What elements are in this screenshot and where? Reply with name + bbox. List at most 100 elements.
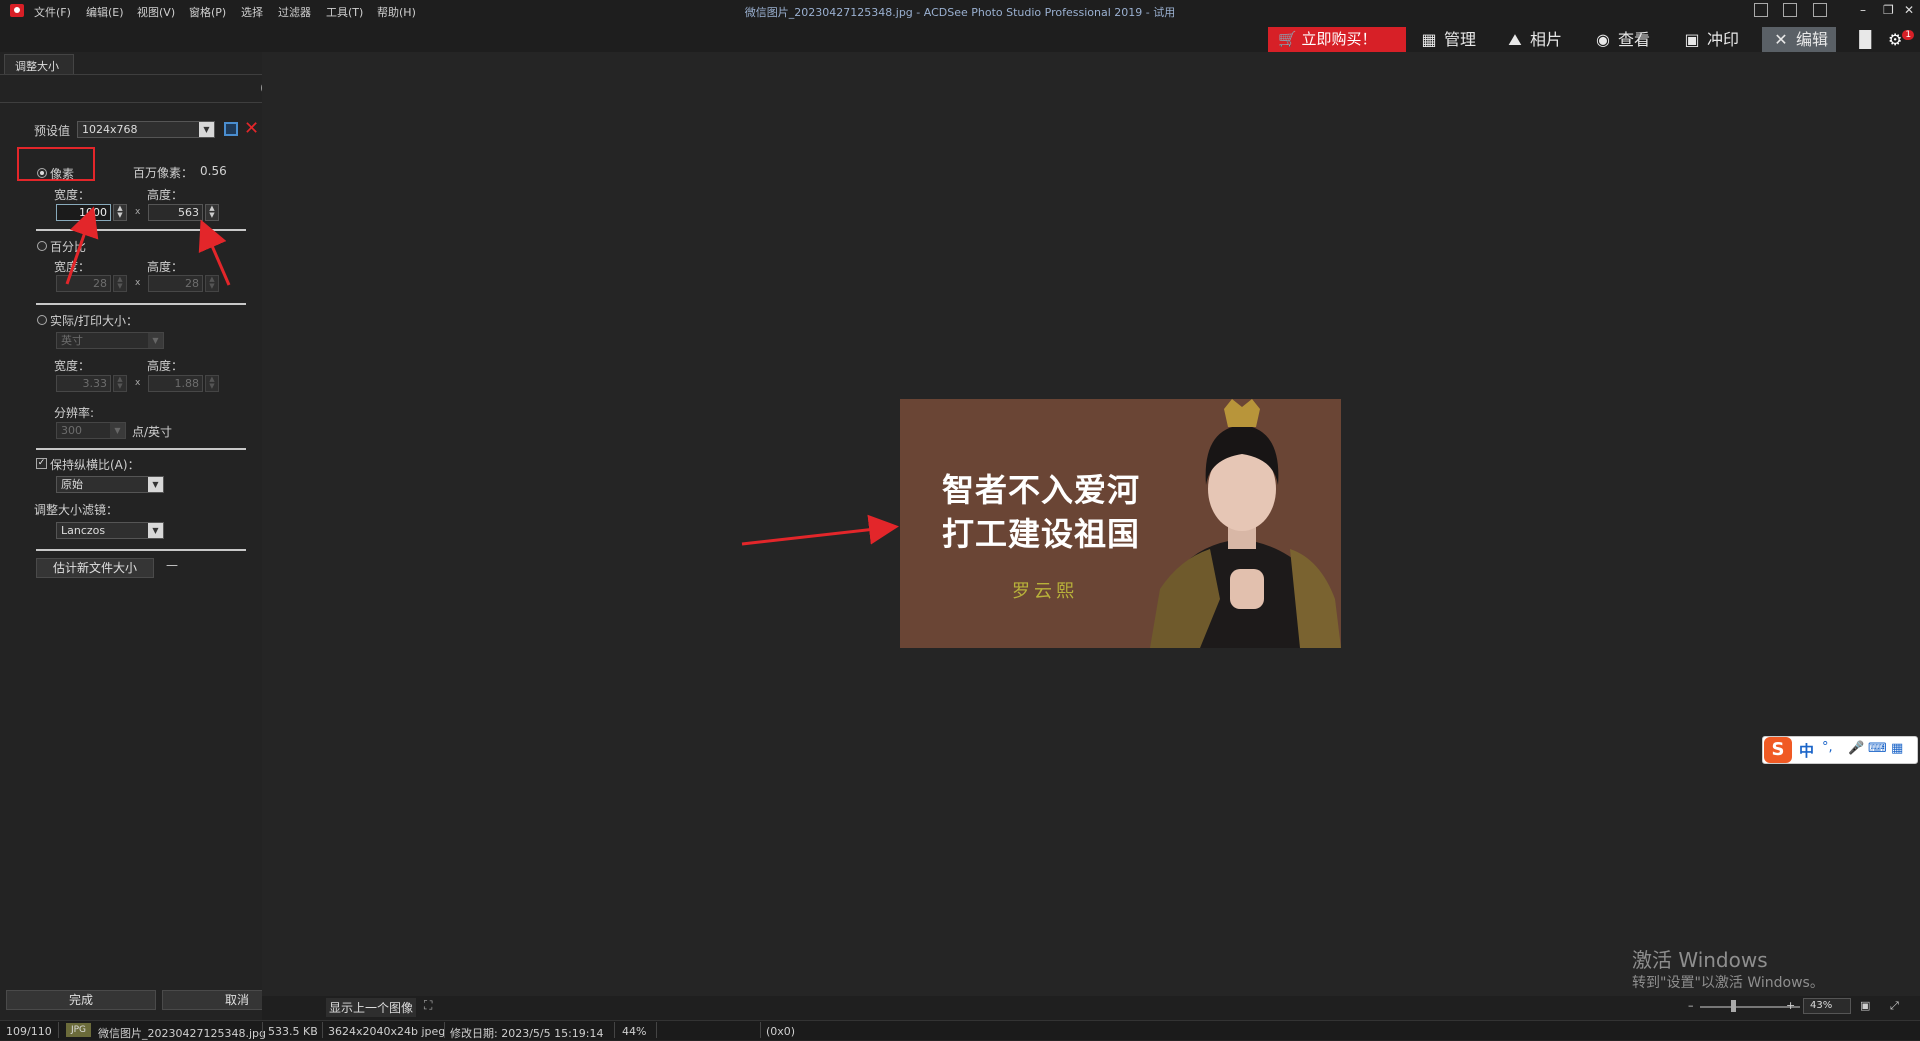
navigation-strip	[262, 996, 1920, 1020]
mode-develop-button[interactable]: ▣ 冲印	[1681, 27, 1739, 52]
layout-right-icon[interactable]	[1813, 3, 1827, 17]
ime-punctuation-toggle[interactable]: °,	[1822, 740, 1833, 755]
mode-photos-button[interactable]: ⛰ 相片	[1504, 27, 1562, 52]
height-label: 高度：	[147, 260, 184, 274]
layout-bottom-icon[interactable]	[1783, 3, 1797, 17]
preset-select[interactable]: 1024x768 ▼	[77, 121, 215, 138]
pixel-height-input[interactable]: 563	[148, 204, 203, 221]
width-label: 宽度：	[54, 359, 91, 373]
section-separator	[36, 448, 246, 450]
format-badge: JPG	[66, 1023, 91, 1037]
notification-icon[interactable]: ⚙ 1	[1888, 27, 1915, 52]
status-divider	[614, 1022, 615, 1038]
status-zoom: 44%	[622, 1025, 647, 1038]
keyboard-icon[interactable]: ⌨	[1868, 741, 1887, 756]
fullscreen-icon[interactable]: ⛶	[424, 998, 432, 1013]
print-width-stepper[interactable]: ▲ ▼	[113, 375, 127, 392]
ime-logo-icon[interactable]: S	[1764, 737, 1792, 763]
status-modified: 修改日期: 2023/5/5 15:19:14	[450, 1027, 604, 1040]
percent-height-stepper[interactable]: ▲ ▼	[205, 275, 219, 292]
pixels-label: 像素	[50, 167, 75, 181]
actual-size-radio[interactable]	[37, 315, 47, 325]
print-width-input[interactable]: 3.33	[56, 375, 111, 392]
status-filename: 微信图片_20230427125348.jpg	[98, 1027, 266, 1040]
pixels-radio[interactable]	[37, 168, 47, 178]
activation-watermark-subtitle: 转到"设置"以激活 Windows。	[1632, 975, 1824, 991]
width-label: 宽度：	[54, 260, 91, 274]
status-divider	[262, 1022, 263, 1038]
zoom-select[interactable]: 43%	[1803, 998, 1851, 1014]
show-previous-button[interactable]: 显示上一个图像	[326, 998, 417, 1017]
mode-manage-button[interactable]: ▦ 管理	[1418, 27, 1476, 52]
status-coords: (0x0)	[766, 1025, 796, 1038]
percent-width-stepper[interactable]: ▲ ▼	[113, 275, 127, 292]
fit-window-icon[interactable]: ⤢	[1890, 999, 1899, 1013]
section-separator	[36, 229, 246, 231]
keep-ratio-checkbox[interactable]: ✓	[36, 458, 47, 469]
status-divider	[58, 1022, 59, 1038]
buy-now-button[interactable]: 🛒 立即购买！	[1268, 27, 1406, 52]
photo-signature: 罗云熙	[1012, 581, 1078, 602]
buy-now-label: 立即购买！	[1301, 30, 1377, 48]
resolution-select[interactable]: 300 ▼	[56, 422, 126, 439]
unit-value: 英寸	[61, 334, 83, 347]
layout-left-icon[interactable]	[1754, 3, 1768, 17]
times-sign: x	[135, 378, 141, 388]
histogram-icon[interactable]: ▐▌	[1853, 27, 1878, 52]
zoom-slider-thumb[interactable]	[1731, 1000, 1736, 1012]
percent-radio[interactable]	[37, 241, 47, 251]
ratio-select[interactable]: 原始 ▼	[56, 476, 164, 493]
mode-edit-label: 编辑	[1796, 30, 1829, 49]
zoom-out-icon[interactable]: –	[1688, 999, 1694, 1012]
cart-icon: 🛒	[1278, 30, 1302, 48]
print-height-stepper[interactable]: ▲ ▼	[205, 375, 219, 392]
zoom-in-icon[interactable]: +	[1786, 999, 1795, 1012]
restore-icon[interactable]: ❐	[1883, 3, 1894, 17]
megapixels-label: 百万像素：	[133, 166, 194, 180]
section-separator	[36, 303, 246, 305]
chevron-down-icon: ▼	[199, 122, 214, 137]
pixel-height-stepper[interactable]: ▲ ▼	[205, 204, 219, 221]
estimate-result: —	[166, 558, 178, 572]
person-figure	[1140, 399, 1341, 648]
develop-icon: ▣	[1684, 30, 1700, 49]
ratio-value: 原始	[61, 478, 83, 491]
percent-label: 百分比	[50, 240, 87, 254]
pixel-width-input[interactable]: 1000	[56, 204, 111, 221]
preset-value: 1024x768	[82, 123, 138, 136]
estimate-size-button[interactable]: 估计新文件大小	[36, 558, 154, 578]
status-filesize: 533.5 KB	[268, 1025, 318, 1038]
height-label: 高度：	[147, 188, 184, 202]
save-icon[interactable]	[224, 122, 238, 136]
percent-height-input[interactable]: 28	[148, 275, 203, 292]
done-button[interactable]: 完成	[6, 990, 156, 1010]
actual-size-label: 实际/打印大小：	[50, 314, 139, 328]
percent-width-input[interactable]: 28	[56, 275, 111, 292]
actual-size-icon[interactable]: ▣	[1860, 999, 1870, 1012]
ime-language-toggle[interactable]: 中	[1799, 740, 1814, 761]
height-label: 高度：	[147, 359, 184, 373]
photos-icon: ⛰	[1508, 30, 1522, 49]
zoom-slider[interactable]	[1700, 1006, 1800, 1008]
edit-tools-icon: ✕	[1774, 30, 1788, 49]
status-divider	[656, 1022, 657, 1038]
close-window-icon[interactable]: ✕	[1904, 3, 1914, 17]
mode-view-button[interactable]: ◉ 查看	[1592, 27, 1650, 52]
resolution-unit: 点/英寸	[132, 425, 173, 439]
filter-select[interactable]: Lanczos ▼	[56, 522, 164, 539]
width-label: 宽度：	[54, 188, 91, 202]
pixel-width-stepper[interactable]: ▲ ▼	[113, 204, 127, 221]
chevron-down-icon: ▼	[110, 423, 125, 438]
window-title: 微信图片_20230427125348.jpg - ACDSee Photo S…	[744, 6, 1176, 19]
times-sign: x	[135, 278, 141, 288]
unit-select[interactable]: 英寸 ▼	[56, 332, 164, 349]
print-height-input[interactable]: 1.88	[148, 375, 203, 392]
mode-manage-label: 管理	[1444, 30, 1477, 49]
toolbox-icon[interactable]: ▦	[1891, 741, 1903, 756]
tab-resize[interactable]: 调整大小	[4, 54, 74, 74]
mode-edit-button[interactable]: ✕ 编辑	[1762, 27, 1837, 52]
minimize-icon[interactable]: –	[1860, 3, 1866, 17]
microphone-icon[interactable]: 🎤	[1848, 741, 1864, 756]
delete-icon[interactable]: ✕	[244, 118, 259, 139]
photo-text-line1: 智者不入爱河	[942, 471, 1141, 509]
